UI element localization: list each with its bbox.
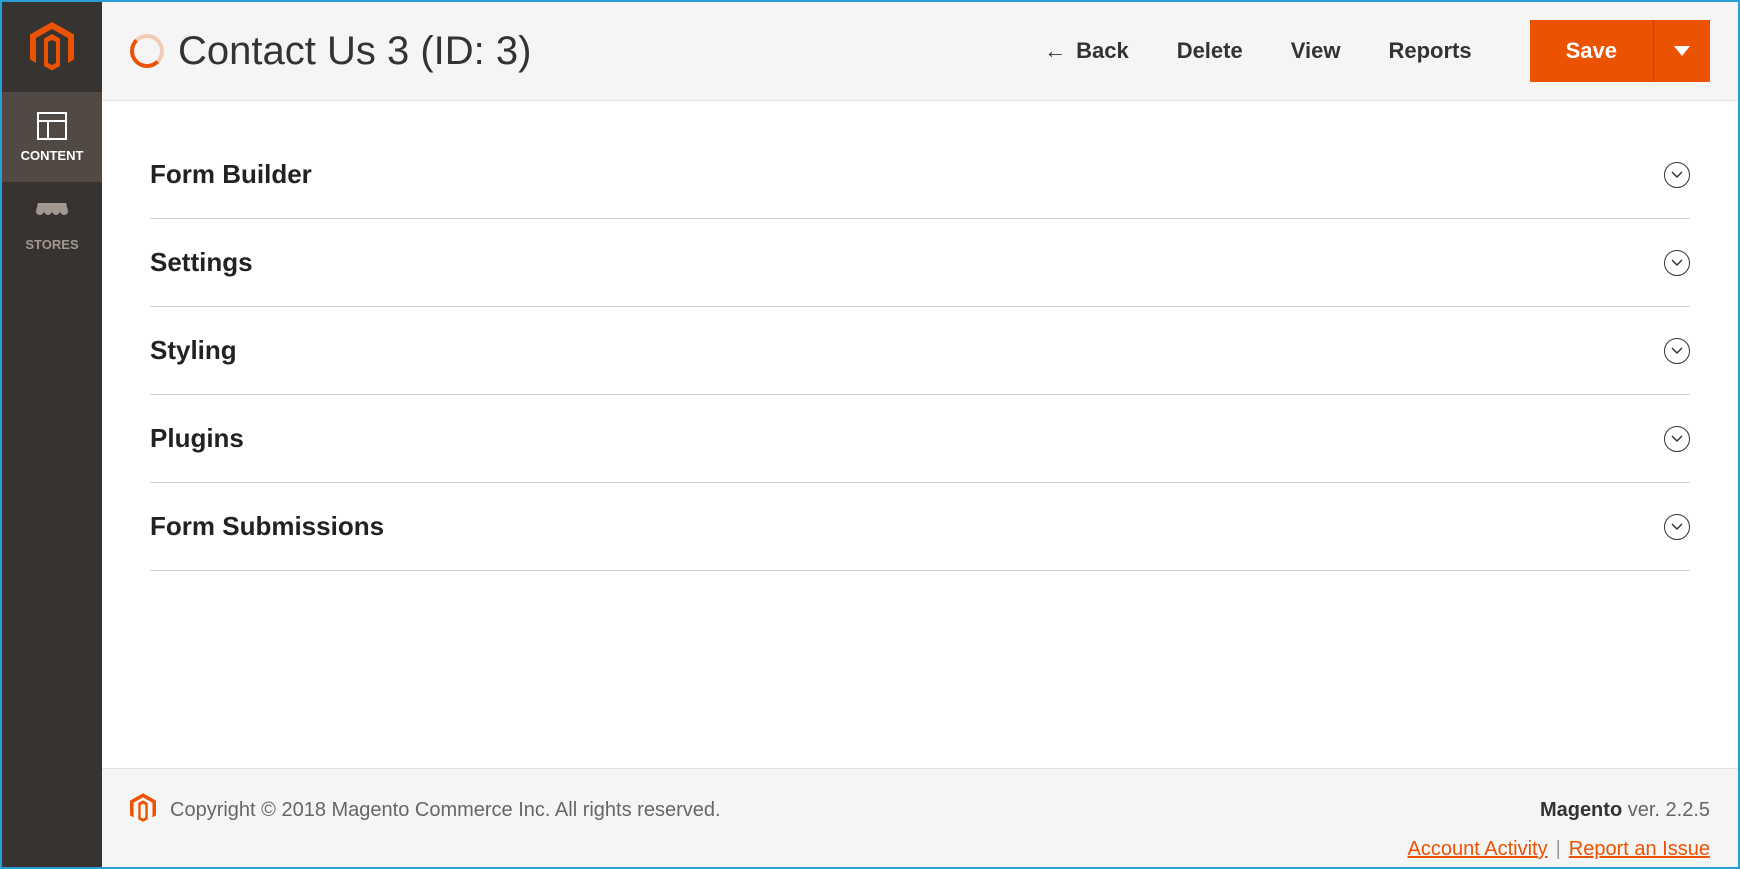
- sidebar-item-label: STORES: [25, 237, 78, 252]
- content-area: Form Builder Settings Styling Plugins Fo…: [102, 101, 1738, 768]
- section-title: Plugins: [150, 423, 244, 454]
- section-form-builder[interactable]: Form Builder: [150, 131, 1690, 219]
- save-button-group: Save: [1530, 20, 1710, 82]
- report-issue-link[interactable]: Report an Issue: [1569, 838, 1710, 861]
- back-button[interactable]: ← Back: [1044, 38, 1129, 64]
- sidebar-item-content[interactable]: CONTENT: [2, 92, 102, 182]
- arrow-left-icon: ←: [1044, 40, 1066, 62]
- chevron-down-icon: [1664, 426, 1690, 452]
- delete-button[interactable]: Delete: [1177, 38, 1243, 64]
- view-button-label: View: [1291, 38, 1341, 64]
- reports-button[interactable]: Reports: [1388, 38, 1471, 64]
- main: Contact Us 3 (ID: 3) ← Back Delete View …: [102, 2, 1738, 867]
- storefront-icon: [36, 203, 68, 229]
- magento-logo-icon: [30, 22, 74, 72]
- chevron-down-icon: [1664, 250, 1690, 276]
- chevron-down-icon: [1664, 338, 1690, 364]
- magento-logo-icon: [130, 793, 156, 828]
- account-activity-link[interactable]: Account Activity: [1408, 838, 1548, 861]
- page-footer: Copyright © 2018 Magento Commerce Inc. A…: [102, 768, 1738, 867]
- footer-row-links: Account Activity | Report an Issue: [130, 838, 1710, 861]
- version-text: Magento ver. 2.2.5: [1540, 799, 1710, 822]
- section-title: Form Builder: [150, 159, 312, 190]
- separator: |: [1556, 838, 1561, 861]
- section-settings[interactable]: Settings: [150, 219, 1690, 307]
- save-dropdown-button[interactable]: [1653, 20, 1710, 82]
- page-title: Contact Us 3 (ID: 3): [178, 29, 531, 74]
- page-title-wrap: Contact Us 3 (ID: 3): [130, 29, 1024, 74]
- sidebar-item-label: CONTENT: [21, 148, 84, 163]
- page-header: Contact Us 3 (ID: 3) ← Back Delete View …: [102, 2, 1738, 101]
- footer-left: Copyright © 2018 Magento Commerce Inc. A…: [130, 793, 721, 828]
- copyright-text: Copyright © 2018 Magento Commerce Inc. A…: [170, 799, 721, 822]
- footer-row-main: Copyright © 2018 Magento Commerce Inc. A…: [130, 793, 1710, 828]
- view-button[interactable]: View: [1291, 38, 1341, 64]
- sidebar: CONTENT STORES: [2, 2, 102, 867]
- magento-logo[interactable]: [2, 2, 102, 92]
- header-actions: ← Back Delete View Reports Save: [1044, 20, 1710, 82]
- section-title: Styling: [150, 335, 237, 366]
- delete-button-label: Delete: [1177, 38, 1243, 64]
- section-styling[interactable]: Styling: [150, 307, 1690, 395]
- save-button[interactable]: Save: [1530, 20, 1653, 82]
- triangle-down-icon: [1674, 46, 1690, 56]
- loading-spinner-icon: [130, 34, 164, 68]
- reports-button-label: Reports: [1388, 38, 1471, 64]
- version-number: 2.2.5: [1666, 799, 1710, 821]
- product-name: Magento: [1540, 799, 1622, 821]
- section-title: Settings: [150, 247, 253, 278]
- section-form-submissions[interactable]: Form Submissions: [150, 483, 1690, 571]
- section-plugins[interactable]: Plugins: [150, 395, 1690, 483]
- save-button-label: Save: [1566, 38, 1617, 63]
- layout-icon: [37, 112, 67, 140]
- back-button-label: Back: [1076, 38, 1129, 64]
- chevron-down-icon: [1664, 162, 1690, 188]
- version-prefix: ver.: [1622, 799, 1665, 821]
- sidebar-item-stores[interactable]: STORES: [2, 182, 102, 272]
- section-title: Form Submissions: [150, 511, 384, 542]
- chevron-down-icon: [1664, 514, 1690, 540]
